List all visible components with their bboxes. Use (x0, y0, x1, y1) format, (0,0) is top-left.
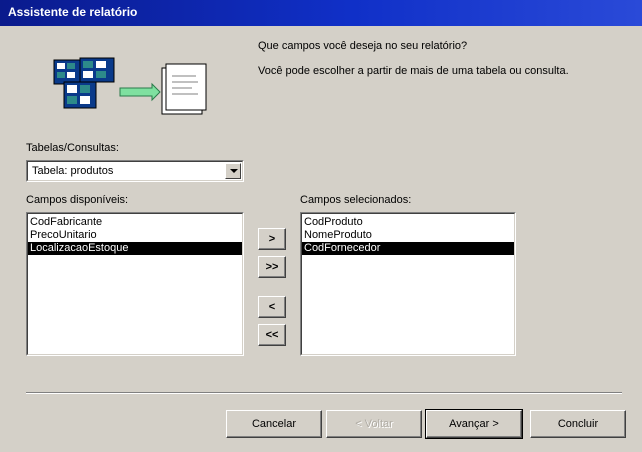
available-field-item[interactable]: LocalizacaoEstoque (28, 242, 242, 255)
selected-field-item[interactable]: NomeProduto (302, 229, 514, 242)
selected-fields-list-body: CodProduto NomeProduto CodFornecedor (301, 213, 515, 355)
available-field-item[interactable]: PrecoUnitario (28, 229, 242, 242)
remove-one-button[interactable]: < (258, 296, 286, 318)
tables-label: Tabelas/Consultas: (26, 142, 119, 154)
intro-hint: Você pode escolher a partir de mais de u… (258, 65, 569, 77)
selected-fields-label: Campos selecionados: (300, 194, 412, 206)
remove-all-button[interactable]: << (258, 324, 286, 346)
tables-dropdown-value: Tabela: produtos (32, 165, 114, 177)
available-fields-list[interactable]: CodFabricante PrecoUnitario LocalizacaoEst… (26, 212, 244, 356)
finish-button[interactable]: Concluir (530, 410, 626, 438)
window-title: Assistente de relatório (8, 5, 138, 19)
add-one-button[interactable]: > (258, 228, 286, 250)
next-button[interactable]: Avançar > (425, 409, 523, 439)
report-wizard-window: Assistente de relatório Que campos você … (0, 0, 642, 452)
chevron-down-icon[interactable] (225, 163, 241, 179)
tables-dropdown[interactable]: Tabela: produtos (26, 160, 244, 182)
available-field-item[interactable]: CodFabricante (28, 216, 242, 229)
selected-field-item[interactable]: CodFornecedor (302, 242, 514, 255)
intro-question: Que campos você deseja no seu relatório? (258, 40, 468, 52)
available-fields-label: Campos disponíveis: (26, 194, 129, 206)
wizard-illustration (20, 44, 242, 124)
add-all-button[interactable]: >> (258, 256, 286, 278)
selected-field-item[interactable]: CodProduto (302, 216, 514, 229)
footer-divider (26, 392, 622, 394)
intro-text: Que campos você deseja no seu relatório?… (258, 40, 608, 78)
selected-fields-list[interactable]: CodProduto NomeProduto CodFornecedor (300, 212, 516, 356)
back-button[interactable]: < Voltar (326, 410, 422, 438)
available-fields-list-body: CodFabricante PrecoUnitario LocalizacaoEst… (27, 213, 243, 355)
cancel-button[interactable]: Cancelar (226, 410, 322, 438)
title-bar: Assistente de relatório (0, 0, 642, 26)
